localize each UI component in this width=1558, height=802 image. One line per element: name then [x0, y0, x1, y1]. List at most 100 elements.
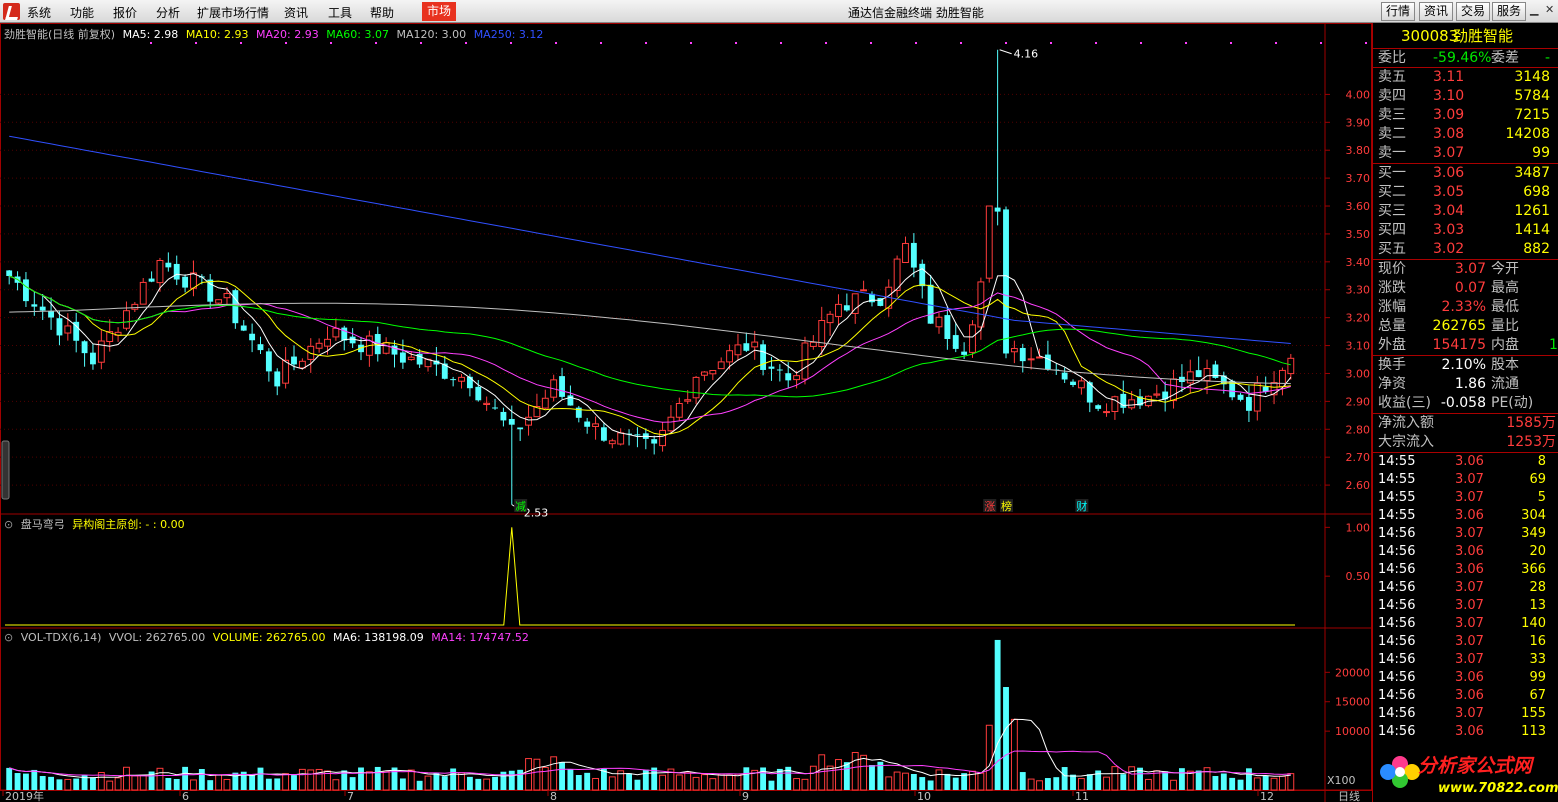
event-dot	[1365, 42, 1367, 44]
volume-bar	[492, 776, 498, 790]
weibi-label: 委比	[1378, 50, 1406, 66]
volume-bar	[1044, 778, 1051, 790]
tick-row: 14:56 3.07 33	[1373, 651, 1558, 669]
order-label: 卖一	[1378, 145, 1406, 161]
menu-help[interactable]: 帮助	[370, 4, 394, 21]
tick-time: 14:55	[1378, 508, 1416, 523]
vvol-label: VVOL: 262765.00	[108, 631, 206, 644]
close-icon[interactable]: ✕	[1545, 3, 1555, 17]
menu-tools[interactable]: 工具	[328, 4, 352, 21]
candle-body	[131, 303, 139, 310]
stat-label: 现价	[1378, 261, 1406, 277]
event-dot	[1095, 42, 1097, 44]
volume-bar	[365, 771, 373, 791]
candle-body	[1111, 396, 1119, 412]
candle-body	[1245, 396, 1252, 411]
price-tick-label: 3.10	[1346, 340, 1371, 353]
candle-body	[483, 402, 491, 405]
tick-time: 14:56	[1378, 562, 1416, 577]
volume-bar	[809, 765, 817, 791]
ma60-label: MA60: 3.07	[326, 28, 389, 41]
stat-row: 净资 1.86 流通	[1373, 375, 1558, 394]
stat-row: 收益(三) -0.058 PE(动)	[1373, 394, 1558, 413]
stat-row: 换手 2.10% 股本	[1373, 356, 1558, 375]
tick-volume: 28	[1529, 580, 1546, 595]
stat-label: 外盘	[1378, 337, 1406, 353]
app-logo-icon[interactable]	[3, 3, 20, 20]
order-volume: 14208	[1505, 126, 1550, 142]
volume-bar	[332, 779, 340, 791]
candle-body	[315, 342, 323, 349]
minimize-icon[interactable]: ▁	[1530, 3, 1540, 17]
volume-bar	[14, 773, 21, 790]
price-tick-label: 3.30	[1346, 284, 1371, 297]
order-price: 3.10	[1433, 88, 1465, 104]
menu-news[interactable]: 资讯	[284, 4, 308, 21]
candle-body	[90, 352, 96, 365]
buy-order-row: 买四 3.03 1414	[1373, 221, 1558, 240]
x-axis-label: 12	[1260, 790, 1274, 802]
menu-quote[interactable]: 报价	[113, 4, 137, 21]
candle-body	[207, 279, 214, 302]
candle-body	[801, 342, 809, 380]
tick-time: 14:56	[1378, 670, 1416, 685]
event-dot	[465, 42, 467, 44]
vol-ma14-label: MA14: 174747.52	[431, 631, 529, 644]
menu-function[interactable]: 功能	[70, 4, 94, 21]
quote-panel: 300083 劲胜智能 委比 -59.46% 委差 - 卖五 3.11 3148 卖四…	[1372, 23, 1558, 802]
tick-volume: 33	[1529, 652, 1546, 667]
sell-order-row: 卖四 3.10 5784	[1373, 87, 1558, 106]
volume-bar	[139, 774, 147, 791]
stat-label-right: PE(动)	[1491, 395, 1534, 411]
tick-price: 3.07	[1455, 652, 1484, 667]
collapse-icon[interactable]: ⊙	[4, 518, 13, 531]
menu-system[interactable]: 系统	[27, 4, 51, 21]
volume-bar	[584, 772, 591, 790]
stat-label-right: 股本	[1491, 357, 1519, 373]
btn-trade[interactable]: 交易	[1456, 2, 1491, 21]
tick-time: 14:56	[1378, 634, 1416, 649]
candle-body	[1036, 356, 1043, 359]
event-dot	[915, 42, 917, 44]
candle-body	[608, 440, 616, 445]
btn-news[interactable]: 资讯	[1419, 2, 1454, 21]
event-marker: 涨	[984, 500, 995, 513]
menu-extended-market[interactable]: 扩展市场行情	[197, 4, 269, 21]
volume-bar	[517, 769, 524, 790]
vol-indicator-name: VOL-TDX(6,14)	[20, 631, 102, 644]
tick-row: 14:55 3.06 8	[1373, 453, 1558, 471]
volume-bar	[1086, 774, 1093, 790]
candle-body	[165, 262, 172, 268]
volume-bar	[1245, 768, 1252, 790]
stat-label: 涨幅	[1378, 299, 1406, 315]
btn-market-quote[interactable]: 行情	[1381, 2, 1416, 21]
price-stats: 现价 3.07 今开 涨跌 0.07 最高 涨幅 2.33% 最低 总量 262765 量比 外盘 154…	[1373, 260, 1558, 356]
candle-body	[508, 418, 515, 425]
candle-body	[1253, 382, 1261, 412]
collapse-icon[interactable]: ⊙	[4, 631, 13, 644]
tick-row: 14:56 3.07 28	[1373, 579, 1558, 597]
stock-code: 300083	[1401, 27, 1459, 45]
volume-bar	[475, 778, 482, 790]
indicator-tick-label: 0.50	[1346, 570, 1371, 583]
volume-bar	[274, 778, 281, 790]
candle-body	[458, 376, 465, 382]
candle-body	[1186, 371, 1194, 384]
chart-area[interactable]: 4.00 3.90 3.80 3.70 3.60 3.50 3.40 3.30 3.20 3.10…	[0, 23, 1372, 802]
candle-body	[517, 427, 524, 430]
candle-body	[709, 370, 717, 375]
menu-analysis[interactable]: 分析	[156, 4, 180, 21]
order-label: 卖二	[1378, 126, 1406, 142]
volume-tick-label: 15000	[1335, 696, 1370, 709]
candle-body	[399, 352, 406, 363]
candle-body	[298, 360, 306, 369]
btn-service[interactable]: 服务	[1492, 2, 1527, 21]
menu-market[interactable]: 市场	[422, 2, 457, 21]
tick-list[interactable]: 14:55 3.06 8 14:55 3.07 69 14:55 3.07 5 14:55 3.06…	[1373, 453, 1558, 741]
chart-border	[0, 23, 1372, 791]
candle-body	[139, 281, 147, 305]
ma-line	[9, 275, 1291, 398]
kline-chart-svg[interactable]: 4.00 3.90 3.80 3.70 3.60 3.50 3.40 3.30 3.20 3.10…	[0, 23, 1372, 802]
volume-bar	[1070, 774, 1076, 790]
volume-bar	[1103, 776, 1110, 791]
